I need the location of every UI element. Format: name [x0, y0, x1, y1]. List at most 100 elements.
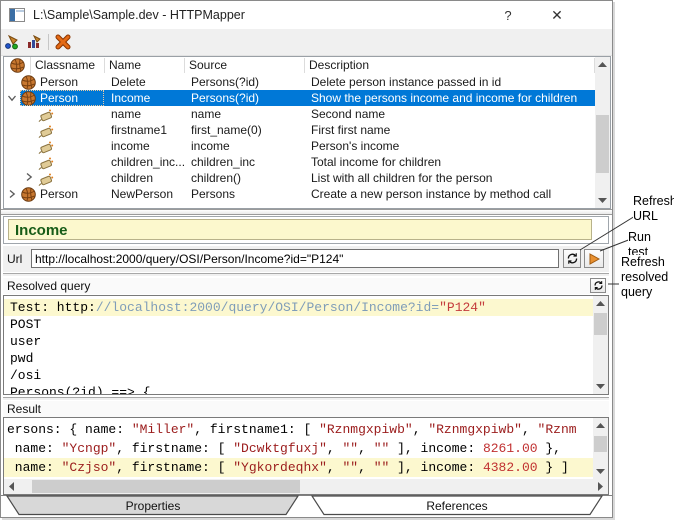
- cell-source: name: [184, 106, 304, 122]
- resolved-query-header: Resolved query: [3, 278, 609, 294]
- cell-description: List with all children for the person: [304, 170, 595, 186]
- table-row[interactable]: Person IncomePersons(?id)Show the persons…: [4, 90, 595, 106]
- cell-description: Show the persons income and income for c…: [304, 90, 595, 106]
- table-row[interactable]: incomeincomePerson's income: [4, 138, 595, 154]
- class-icon: [21, 187, 36, 202]
- table-row[interactable]: namenameSecond name: [4, 106, 595, 122]
- table-row[interactable]: childrenchildren()List with all children…: [4, 170, 595, 186]
- cell-source: income: [184, 138, 304, 154]
- class-icon: [4, 57, 31, 74]
- result-header: Result: [3, 401, 609, 417]
- result-text: ersons: { name: "Miller", firstname1: [ …: [4, 418, 593, 479]
- tab-properties-label[interactable]: Properties: [126, 499, 181, 513]
- table-body: PersonDeletePersons(?id)Delete person in…: [4, 74, 595, 202]
- scrollbar-thumb[interactable]: [594, 313, 607, 335]
- table-row[interactable]: PersonDeletePersons(?id)Delete person in…: [4, 74, 595, 90]
- table-row[interactable]: Person NewPersonPersonsCreate a new perso…: [4, 186, 595, 202]
- field-icon: [38, 155, 54, 170]
- scroll-down-icon[interactable]: [595, 193, 610, 208]
- refresh-resolved-query-button[interactable]: [590, 278, 606, 293]
- table-row[interactable]: children_inc...children_incTotal income …: [4, 154, 595, 170]
- url-label: Url: [7, 252, 22, 266]
- resolved-query-line: Test: http://localhost:2000/query/OSI/Pe…: [4, 299, 593, 316]
- cell-name: Income: [104, 90, 184, 106]
- refresh-url-button[interactable]: [563, 249, 581, 268]
- table-row[interactable]: firstname1first_name(0)First first name: [4, 122, 595, 138]
- cell-classname: Person: [40, 75, 78, 89]
- scroll-up-icon[interactable]: [595, 57, 610, 72]
- scroll-right-icon[interactable]: [593, 479, 608, 494]
- scrollbar-thumb[interactable]: [596, 115, 609, 173]
- cell-description: Delete person instance passed in id: [304, 74, 595, 90]
- resolved-query-label: Resolved query: [7, 279, 90, 293]
- cell-source: first_name(0): [184, 122, 304, 138]
- column-header-source[interactable]: Source: [185, 58, 305, 73]
- scroll-up-icon[interactable]: [593, 296, 608, 311]
- bottom-tab-bar: Properties References: [1, 495, 612, 517]
- column-header-description[interactable]: Description: [305, 58, 595, 73]
- cell-name: income: [104, 138, 184, 154]
- table-header: Classname Name Source Description: [4, 57, 595, 74]
- cell-name: children_inc...: [104, 154, 184, 170]
- resolved-query-line: user: [4, 333, 593, 350]
- resolved-query-text: Test: http://localhost:2000/query/OSI/Pe…: [4, 296, 593, 394]
- class-icon: [21, 91, 36, 106]
- tab-references-label[interactable]: References: [426, 499, 487, 513]
- delete-icon[interactable]: [52, 32, 74, 52]
- resolved-query-line: Persons(?id) ==> {: [4, 384, 593, 394]
- cell-name: NewPerson: [104, 186, 184, 202]
- cell-classname: Person: [40, 187, 78, 201]
- url-row: Url: [3, 246, 609, 272]
- resolved-query-vertical-scrollbar[interactable]: [593, 296, 608, 394]
- scrollbar-thumb[interactable]: [32, 480, 300, 493]
- cell-source: Persons: [184, 186, 304, 202]
- field-icon: [38, 139, 54, 154]
- field-icon: [38, 107, 54, 122]
- result-vertical-scrollbar[interactable]: [593, 418, 608, 479]
- cell-classname: Person: [40, 91, 78, 105]
- close-button[interactable]: ✕: [540, 1, 574, 29]
- scroll-up-icon[interactable]: [593, 418, 608, 433]
- cell-description: Person's income: [304, 138, 595, 154]
- horizontal-splitter[interactable]: [1, 209, 612, 215]
- edit-mapping-icon[interactable]: [23, 32, 45, 52]
- scroll-down-icon[interactable]: [593, 379, 608, 394]
- title-bar: L:\Sample\Sample.dev - HTTPMapper ? ✕: [1, 1, 612, 29]
- result-line: name: "Ycngp", firstname: [ "Dcwktgfuxj"…: [4, 439, 593, 458]
- run-test-button[interactable]: [584, 249, 604, 268]
- cell-description: Create a new person instance by method c…: [304, 186, 595, 202]
- cell-source: Persons(?id): [184, 90, 304, 106]
- url-input[interactable]: [31, 249, 559, 268]
- mapping-table: Classname Name Source Description Person…: [3, 56, 611, 209]
- table-vertical-scrollbar[interactable]: [595, 57, 610, 208]
- resolved-query-panel: Test: http://localhost:2000/query/OSI/Pe…: [3, 295, 609, 395]
- chevron-right-icon[interactable]: [24, 171, 34, 185]
- result-horizontal-scrollbar[interactable]: [4, 479, 608, 494]
- result-line: ersons: { name: "Miller", firstname1: [ …: [4, 420, 593, 439]
- chevron-right-icon[interactable]: [4, 189, 20, 199]
- scroll-down-icon[interactable]: [593, 464, 608, 479]
- window-title: L:\Sample\Sample.dev - HTTPMapper: [33, 8, 245, 22]
- resolved-query-line: /osi: [4, 367, 593, 384]
- cell-description: Second name: [304, 106, 595, 122]
- new-mapping-icon[interactable]: [1, 32, 23, 52]
- chevron-down-icon[interactable]: [4, 93, 20, 103]
- cell-source: Persons(?id): [184, 74, 304, 90]
- detail-title: Income: [8, 219, 592, 240]
- field-icon: [38, 123, 54, 138]
- cell-name: name: [104, 106, 184, 122]
- column-header-classname[interactable]: Classname: [31, 58, 105, 73]
- annotation-refresh-url: Refresh URL: [633, 194, 674, 224]
- cell-name: firstname1: [104, 122, 184, 138]
- groove-divider: [3, 273, 609, 277]
- column-header-name[interactable]: Name: [105, 58, 185, 73]
- annotation-refresh-resolved: Refresh resolved query: [621, 255, 668, 300]
- field-icon: [38, 171, 54, 186]
- app-window: L:\Sample\Sample.dev - HTTPMapper ? ✕ Cl…: [0, 0, 613, 518]
- scroll-left-icon[interactable]: [4, 479, 19, 494]
- help-button[interactable]: ?: [491, 1, 525, 29]
- cell-description: First first name: [304, 122, 595, 138]
- detail-panel: Income: [3, 216, 609, 244]
- app-icon: [9, 8, 25, 22]
- scrollbar-thumb[interactable]: [594, 436, 607, 452]
